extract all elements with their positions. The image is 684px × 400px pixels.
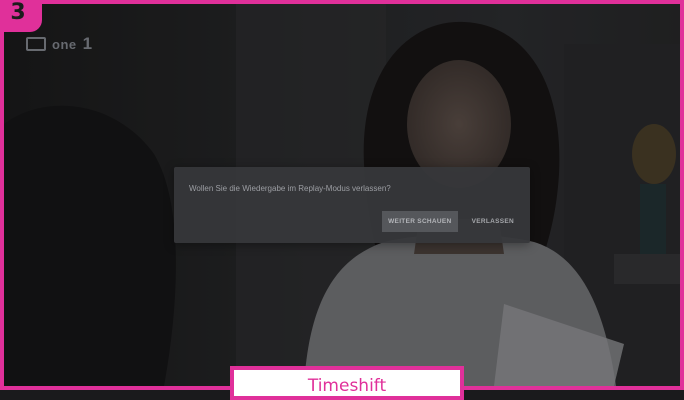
exit-replay-dialog: Wollen Sie die Wiedergabe im Replay-Modu… xyxy=(174,167,530,243)
tv-channel-logo-icon xyxy=(26,37,46,51)
channel-logo: one 1 xyxy=(26,32,93,56)
screenshot-frame: one 1 Wollen Sie die Wiedergabe im Repla… xyxy=(0,0,684,390)
channel-logo-text: one xyxy=(52,36,77,52)
dialog-actions: WEITER SCHAUEN VERLASSEN xyxy=(382,211,520,232)
step-number-badge: 3 xyxy=(0,0,42,32)
dialog-message: Wollen Sie die Wiedergabe im Replay-Modu… xyxy=(189,184,391,193)
continue-watching-button[interactable]: WEITER SCHAUEN xyxy=(382,211,458,232)
leave-button[interactable]: VERLASSEN xyxy=(466,211,520,232)
channel-logo-number: 1 xyxy=(82,34,93,53)
caption-label: Timeshift xyxy=(230,366,464,400)
